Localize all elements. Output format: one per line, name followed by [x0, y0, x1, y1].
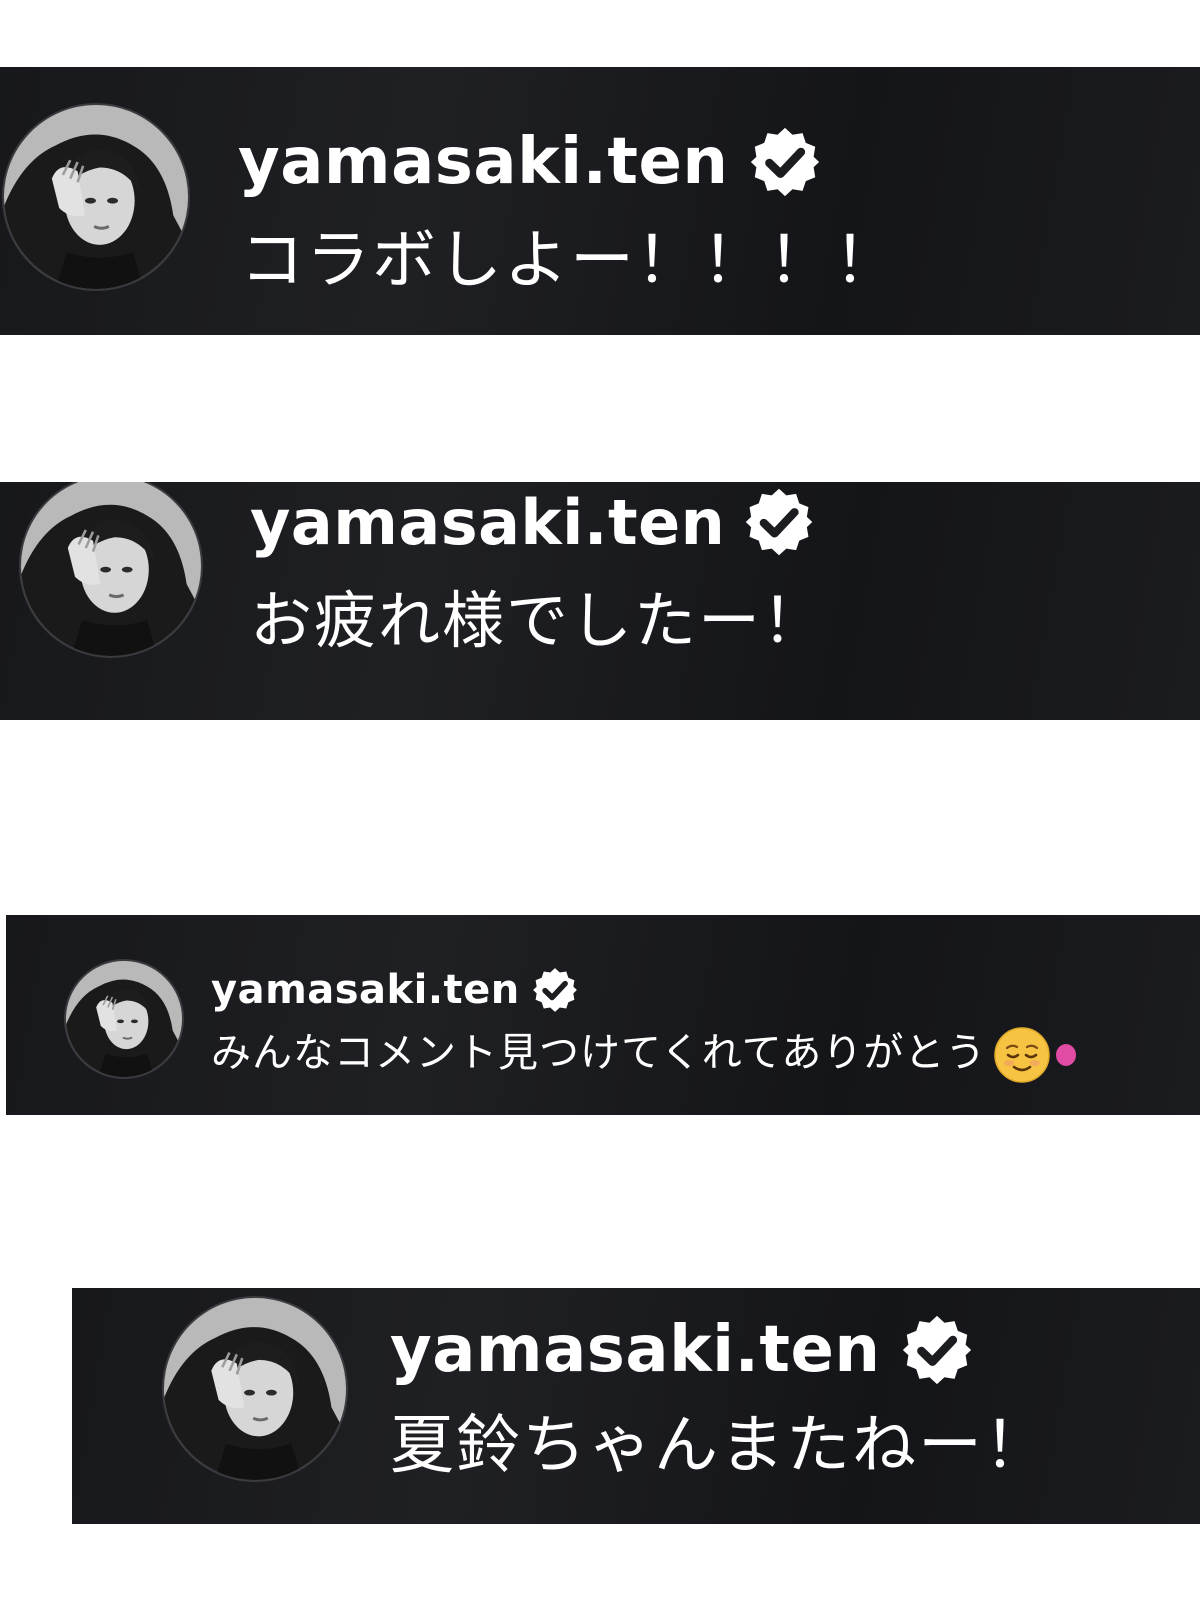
avatar-image: [164, 1298, 346, 1480]
comment-text: お疲れ様でしたー！: [250, 584, 827, 657]
comment-card: yamasaki.ten みんなコメント見つけてくれてありがとう: [6, 915, 1200, 1115]
avatar-image: [66, 961, 182, 1077]
username-link[interactable]: yamasaki.ten: [250, 486, 725, 559]
pink-heart-emoji: [1056, 1044, 1077, 1066]
verified-badge-icon: [898, 1311, 976, 1389]
comment-text: コラボしよー！！！！: [240, 224, 900, 298]
username-link[interactable]: yamasaki.ten: [390, 1313, 880, 1387]
avatar[interactable]: [64, 959, 184, 1079]
avatar[interactable]: [162, 1296, 348, 1482]
comment-card: yamasaki.ten お疲れ様でしたー！: [0, 482, 1200, 720]
comment-card: yamasaki.ten コラボしよー！！！！: [0, 67, 1200, 335]
verified-badge-icon: [741, 484, 817, 560]
username-row: yamasaki.ten: [390, 1308, 976, 1392]
avatar[interactable]: [19, 482, 203, 658]
avatar-image: [21, 482, 201, 656]
avatar-image: [4, 105, 188, 289]
username-row: yamasaki.ten: [211, 963, 580, 1017]
verified-badge-icon: [530, 965, 580, 1015]
relieved-face-emoji: [994, 1027, 1051, 1083]
comment-text: みんなコメント見つけてくれてありがとう: [211, 1023, 1077, 1083]
username-link[interactable]: yamasaki.ten: [238, 125, 728, 199]
username-row: yamasaki.ten: [250, 482, 817, 562]
avatar[interactable]: [2, 103, 190, 291]
comment-card: yamasaki.ten 夏鈴ちゃんまたねー！: [72, 1288, 1200, 1524]
verified-badge-icon: [746, 123, 824, 201]
comment-text: 夏鈴ちゃんまたねー！: [390, 1409, 1050, 1483]
username-row: yamasaki.ten: [238, 120, 824, 204]
comment-text-body: みんなコメント見つけてくれてありがとう: [211, 1030, 987, 1076]
username-link[interactable]: yamasaki.ten: [211, 967, 520, 1013]
